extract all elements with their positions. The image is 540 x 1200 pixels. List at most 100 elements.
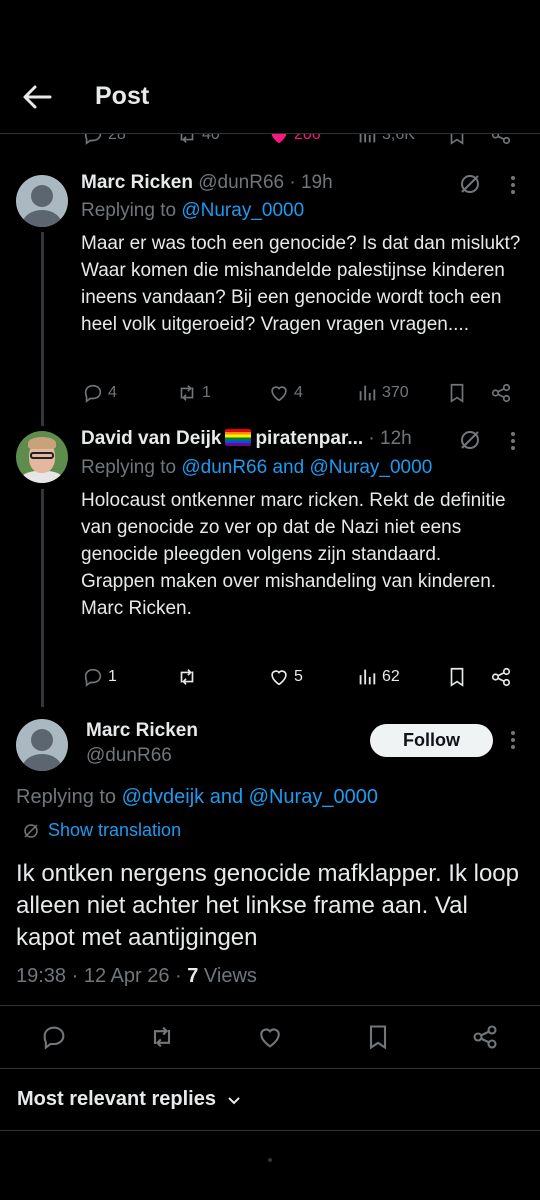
mention-link[interactable]: @Nuray_0000 [249, 786, 378, 808]
loading-dot [268, 1158, 272, 1162]
share-button[interactable] [490, 664, 512, 690]
views-count: 3,6K [382, 134, 415, 143]
grok-icon [24, 823, 38, 838]
reply-icon[interactable] [40, 1023, 68, 1051]
mention-link[interactable]: @dvdeijk [122, 786, 205, 808]
heart-filled-icon [271, 134, 287, 144]
heart-icon [271, 670, 287, 686]
post-date: 12 Apr 26 [83, 965, 170, 987]
like-button[interactable]: 4 [268, 380, 303, 406]
reply-icon [84, 668, 102, 687]
more-options-icon[interactable] [510, 175, 516, 195]
reply-button[interactable]: 1 [82, 664, 117, 690]
tweet-text: Maar er was toch een genocide? Is dat da… [81, 233, 521, 335]
like-button[interactable]: 5 [268, 664, 303, 690]
grok-icon[interactable] [458, 172, 482, 196]
bookmark-button[interactable] [446, 134, 468, 148]
repost-count: 1 [202, 384, 211, 401]
heart-icon[interactable] [256, 1023, 284, 1051]
mention-link[interactable]: @Nuray_0000 [181, 200, 304, 221]
share-button[interactable] [490, 134, 512, 148]
repost-button[interactable] [176, 664, 202, 690]
replies-sort-dropdown[interactable]: Most relevant replies [17, 1088, 242, 1111]
repost-icon [180, 134, 194, 143]
follow-button[interactable]: Follow [370, 724, 493, 757]
divider [0, 1068, 540, 1069]
reply-button[interactable]: 4 [82, 380, 117, 406]
reply-count: 4 [108, 384, 117, 401]
page-title: Post [95, 82, 150, 110]
bookmark-icon [450, 134, 464, 145]
post-time: 19h [300, 172, 333, 193]
tweet-text: Ik ontken nergens genocide mafklapper. I… [16, 860, 519, 951]
views-icon [359, 669, 376, 685]
repost-icon [180, 385, 194, 401]
author-handle[interactable]: @dunR66 [86, 745, 172, 767]
views-count: 370 [382, 384, 409, 401]
tweet-text: Holocaust ontkenner marc ricken. Rekt de… [81, 490, 506, 619]
bookmark-button[interactable] [446, 380, 468, 406]
show-translation-label: Show translation [48, 820, 182, 840]
views-icon [359, 134, 376, 143]
share-button[interactable] [490, 380, 512, 406]
more-options-icon[interactable] [510, 431, 516, 451]
like-count: 5 [294, 668, 303, 685]
post-time: 19:38 [16, 965, 67, 987]
views-count: 7 [187, 965, 199, 987]
grok-icon[interactable] [458, 428, 482, 452]
views-count: 62 [382, 668, 400, 685]
avatar[interactable] [16, 719, 68, 771]
share-icon [491, 667, 511, 687]
back-arrow-icon[interactable] [20, 82, 54, 112]
repost-button[interactable]: 40 [176, 134, 220, 148]
mention-link[interactable]: @dunR66 [181, 457, 267, 478]
rainbow-flag-icon [225, 429, 252, 446]
repost-icon[interactable] [148, 1023, 176, 1051]
like-button[interactable]: 206 [268, 134, 321, 148]
repost-count: 40 [202, 134, 220, 143]
like-count: 4 [294, 384, 303, 401]
author-name[interactable]: David van Deijk [81, 428, 221, 449]
more-options-icon[interactable] [510, 730, 516, 750]
views-label: Views [198, 965, 257, 987]
bookmark-icon [450, 383, 464, 403]
share-icon[interactable] [471, 1023, 499, 1051]
tweet-actions: 1 5 62 [0, 664, 540, 690]
reply-button[interactable]: 28 [82, 134, 126, 148]
author-handle[interactable]: @dunR66 [198, 172, 284, 193]
replying-to: Replying to @dunR66 and @Nuray_0000 [81, 457, 433, 478]
parent-tweet-actions: 28 40 206 3,6K [0, 134, 540, 148]
avatar[interactable] [16, 175, 68, 227]
bookmark-icon[interactable] [364, 1023, 392, 1051]
divider [0, 1005, 540, 1006]
views-button[interactable]: 3,6K [356, 134, 415, 148]
reply-count: 28 [108, 134, 126, 143]
views-button[interactable]: 62 [356, 664, 400, 690]
top-bar: Post [0, 60, 540, 134]
bookmark-icon [450, 667, 464, 687]
avatar[interactable] [16, 431, 68, 483]
replies-sort-label: Most relevant replies [17, 1088, 216, 1110]
tweet-actions: 4 1 4 370 [0, 380, 540, 406]
mention-link[interactable]: @Nuray_0000 [309, 457, 432, 478]
author-name[interactable]: Marc Ricken [81, 172, 193, 193]
reply-count: 1 [108, 668, 117, 685]
repost-button[interactable]: 1 [176, 380, 211, 406]
views-button[interactable]: 370 [356, 380, 409, 406]
author-name[interactable]: Marc Ricken [86, 720, 198, 742]
bookmark-button[interactable] [446, 664, 468, 690]
heart-icon [271, 386, 287, 402]
views-icon [359, 385, 376, 401]
reply-icon [84, 384, 102, 403]
chevron-down-icon [228, 1096, 240, 1104]
show-translation-button[interactable]: Show translation [22, 820, 181, 841]
post-time: 12h [380, 428, 412, 449]
author-name-suffix[interactable]: piratenpar... [255, 428, 363, 449]
repost-icon [180, 669, 194, 685]
replying-to: Replying to @Nuray_0000 [81, 200, 305, 221]
reply-icon [84, 134, 102, 145]
divider [0, 1130, 540, 1131]
share-icon [491, 134, 511, 145]
share-icon [491, 383, 511, 403]
post-meta: 19:38 · 12 Apr 26 · 7 Views [16, 965, 257, 987]
